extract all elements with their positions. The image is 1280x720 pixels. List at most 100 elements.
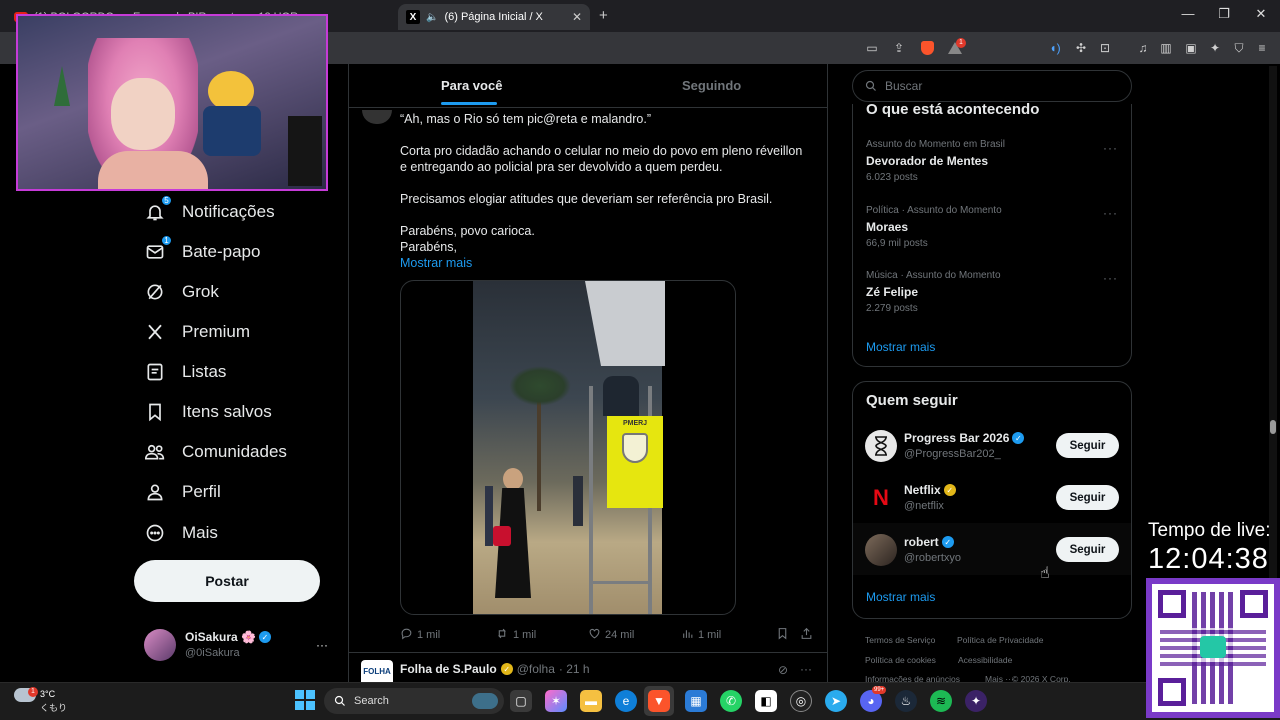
search-box[interactable]: Buscar — [852, 70, 1132, 102]
reply-count: 1 mil — [417, 629, 441, 641]
nav-item-notificacoes[interactable]: 5 Notificações — [144, 195, 275, 226]
taskbar-search[interactable]: Search — [324, 688, 504, 714]
follow-handle: @ProgressBar202_ — [904, 448, 1001, 460]
follow-name[interactable]: Progress Bar 2026 ✓ — [904, 431, 1025, 445]
next-tweet-author[interactable]: Folha de S.Paulo — [400, 662, 497, 676]
windows-start-icon[interactable] — [295, 690, 315, 710]
tweet-video[interactable]: PMERJ — [400, 280, 736, 615]
follow-show-more-link[interactable]: Mostrar mais — [866, 590, 935, 604]
steam-icon[interactable]: ♨ — [895, 690, 917, 712]
new-tab-button[interactable]: + — [599, 7, 608, 24]
nav-item-listas[interactable]: Listas — [144, 358, 226, 386]
account-name[interactable]: OiSakura 🌸 ✓ — [185, 630, 271, 644]
robert-avatar[interactable] — [865, 534, 897, 566]
trend-more-icon[interactable]: ··· — [1103, 206, 1118, 220]
trend-item[interactable]: Devorador de Mentes — [866, 154, 988, 168]
nav-item-itens-salvos[interactable]: Itens salvos — [144, 398, 272, 426]
minimize-icon[interactable]: — — [1173, 6, 1203, 21]
scrollbar-thumb[interactable] — [1270, 420, 1276, 434]
leo-ai-icon[interactable]: ✦ — [1207, 40, 1223, 56]
tweet-more-icon[interactable]: ··· — [800, 662, 812, 676]
trends-show-more-link[interactable]: Mostrar mais — [866, 340, 935, 354]
account-more-icon[interactable]: ··· — [316, 638, 328, 652]
obs-icon[interactable]: ✦ — [965, 690, 987, 712]
search-icon — [334, 695, 345, 706]
follow-button[interactable]: Seguir — [1056, 485, 1119, 510]
browser-tab-x[interactable]: X 🔈 (6) Página Inicial / X ✕ — [398, 4, 590, 30]
brave-shield-icon[interactable] — [919, 40, 935, 56]
netflix-avatar[interactable]: N — [865, 482, 897, 514]
nav-item-premium[interactable]: Premium — [144, 318, 250, 346]
menu-icon[interactable]: ≡ — [1254, 40, 1270, 56]
video-palm-trunk — [537, 391, 541, 511]
grok-tweet-icon[interactable]: ⊘ — [778, 663, 788, 677]
footer-terms-link[interactable]: Termos de Serviço — [865, 635, 935, 645]
views-count: 1 mil — [698, 629, 722, 641]
more-circle-icon — [144, 522, 166, 544]
nav-item-bate-papo[interactable]: 1 Bate-papo — [144, 235, 260, 266]
webcam-overlay — [16, 14, 328, 191]
task-view-icon[interactable]: ▢ — [510, 690, 532, 712]
telegram-icon[interactable]: ➤ — [825, 690, 847, 712]
screenshot-icon[interactable]: ⊡ — [1097, 40, 1113, 56]
retweet-button[interactable]: 1 mil — [495, 627, 536, 643]
close-window-icon[interactable]: ✕ — [1246, 6, 1276, 22]
share-icon[interactable]: ⇪ — [891, 40, 907, 56]
nav-item-grok[interactable]: Grok — [144, 278, 219, 306]
trend-item[interactable]: Zé Felipe — [866, 285, 918, 299]
message-badge: 1 — [161, 235, 172, 246]
maximize-icon[interactable]: ❐ — [1209, 6, 1239, 22]
music-icon[interactable]: ♫ — [1135, 40, 1151, 56]
wallet-icon[interactable]: ▣ — [1183, 40, 1199, 56]
views-button[interactable]: 1 mil — [681, 627, 721, 643]
follow-name[interactable]: robert ✓ — [904, 535, 954, 549]
nav-item-mais[interactable]: Mais — [144, 519, 218, 547]
folha-avatar[interactable]: FOLHA — [361, 660, 393, 682]
follow-button[interactable]: Seguir — [1056, 537, 1119, 562]
trend-item[interactable]: Moraes — [866, 220, 908, 234]
cast-icon[interactable]: ▭ — [864, 40, 880, 56]
footer-privacy-link[interactable]: Política de Privacidade — [957, 635, 1043, 645]
reply-button[interactable]: 1 mil — [400, 627, 440, 643]
brave-browser-icon[interactable]: ▼ — [648, 690, 670, 712]
nav-item-comunidades[interactable]: Comunidades — [144, 438, 287, 466]
bookmark-icon — [144, 401, 166, 423]
file-explorer-icon[interactable]: ▬ — [580, 690, 602, 712]
share-button[interactable] — [800, 627, 813, 640]
follow-button[interactable]: Seguir — [1056, 433, 1119, 458]
progressbar-avatar[interactable] — [865, 430, 897, 462]
close-tab-icon[interactable]: ✕ — [572, 10, 582, 24]
footer-accessibility-link[interactable]: Acessibilidade — [958, 655, 1012, 665]
spotify-icon[interactable]: ≋ — [930, 690, 952, 712]
bookmark-button[interactable] — [776, 627, 789, 640]
trend-more-icon[interactable]: ··· — [1103, 141, 1118, 155]
netflix-logo-icon: N — [873, 485, 889, 510]
whatsapp-icon[interactable]: ✆ — [720, 690, 742, 712]
tab-para-voce[interactable]: Para você — [441, 78, 502, 93]
show-more-link[interactable]: Mostrar mais — [400, 255, 810, 271]
active-tab-indicator — [441, 102, 497, 105]
capcut-icon[interactable]: ◧ — [755, 690, 777, 712]
edge-icon[interactable]: e — [615, 690, 637, 712]
account-avatar[interactable] — [144, 629, 176, 661]
trend-more-icon[interactable]: ··· — [1103, 271, 1118, 285]
app-icon[interactable]: ◎ — [790, 690, 812, 712]
tab-seguindo[interactable]: Seguindo — [682, 78, 741, 93]
footer-cookies-link[interactable]: Política de cookies — [865, 655, 936, 665]
video-frame: PMERJ — [473, 281, 665, 614]
ms-store-icon[interactable]: ▦ — [685, 690, 707, 712]
extensions-icon[interactable]: ✣ — [1073, 40, 1089, 56]
post-button[interactable]: Postar — [134, 560, 320, 602]
who-to-follow-title: Quem seguir — [866, 392, 958, 409]
sidebar-icon[interactable]: ▥ — [1158, 40, 1174, 56]
webcam-plush — [208, 71, 254, 111]
copilot-icon[interactable]: ✶ — [545, 690, 567, 712]
like-button[interactable]: 24 mil — [588, 627, 634, 643]
nav-item-perfil[interactable]: Perfil — [144, 478, 221, 506]
search-input[interactable]: Buscar — [885, 79, 922, 93]
audio-icon[interactable]: ◖) — [1047, 40, 1063, 56]
follow-name[interactable]: Netflix ✓ — [904, 483, 956, 497]
vpn-icon[interactable]: ⛉ — [1231, 40, 1247, 56]
share-icon — [801, 627, 812, 639]
trend-count: 66,9 mil posts — [866, 238, 928, 249]
